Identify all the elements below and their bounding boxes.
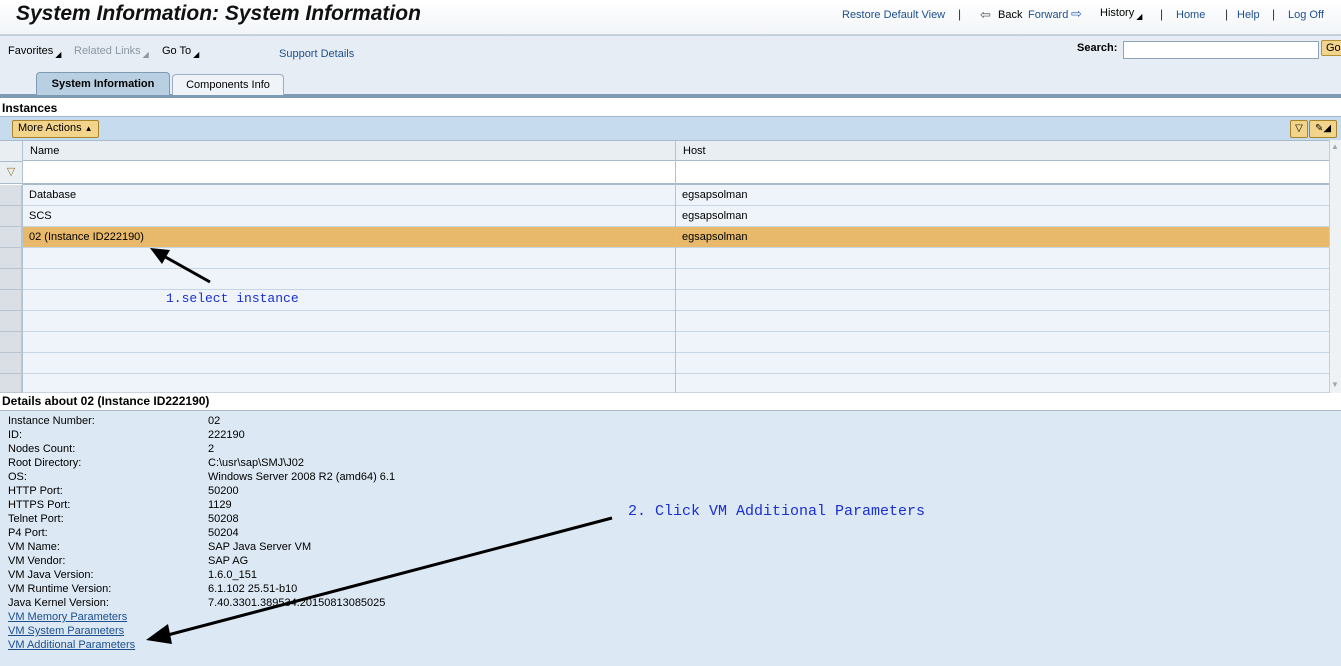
forward-arrow-icon[interactable]: ⇨ (1071, 6, 1082, 22)
detail-label: Instance Number: (8, 415, 95, 427)
detail-label: HTTP Port: (8, 485, 63, 497)
help-link[interactable]: Help (1237, 9, 1260, 21)
detail-value: 02 (208, 415, 221, 427)
table-row-name-selected[interactable]: 02 (Instance ID222190) (23, 227, 675, 248)
detail-label: VM Runtime Version: (8, 583, 112, 595)
detail-label: OS: (8, 471, 27, 483)
detail-label: VM Vendor: (8, 555, 66, 567)
table-row-host[interactable]: egsapsolman (676, 206, 1329, 227)
detail-label: VM Java Version: (8, 569, 94, 581)
annotation-step-2: 2. Click VM Additional Parameters (628, 503, 926, 520)
filter-icon[interactable]: ▽ (0, 162, 22, 184)
detail-value: C:\usr\sap\SMJ\J02 (208, 457, 304, 469)
scroll-up-icon[interactable]: ▲ (1331, 142, 1339, 151)
row-selector[interactable] (0, 227, 22, 248)
vm-additional-parameters-link[interactable]: VM Additional Parameters (8, 639, 135, 651)
detail-label: Telnet Port: (8, 513, 64, 525)
go-button[interactable]: Go (1321, 40, 1341, 56)
column-header-name[interactable]: Name (23, 141, 675, 161)
annotation-arrow-1 (150, 248, 211, 284)
back-link[interactable]: Back (998, 9, 1022, 21)
tab-components-info[interactable]: Components Info (172, 74, 284, 95)
detail-value: 222190 (208, 429, 245, 441)
detail-label: ID: (8, 429, 23, 441)
search-label: Search: (1077, 42, 1118, 54)
detail-label: VM Name: (8, 541, 60, 553)
search-input[interactable] (1123, 41, 1319, 59)
restore-default-view-link[interactable]: Restore Default View (842, 9, 945, 21)
favorites-menu[interactable]: Favorites ◢ (8, 45, 61, 59)
go-to-menu[interactable]: Go To ◢ (162, 45, 199, 59)
row-selector[interactable] (0, 311, 22, 332)
filter-host-input[interactable] (676, 162, 1329, 185)
filter-toggle-icon[interactable]: ▽ (1290, 120, 1308, 138)
detail-label: Java Kernel Version: (8, 597, 109, 609)
table-row-name[interactable]: Database (23, 185, 675, 206)
log-off-link[interactable]: Log Off (1288, 9, 1324, 21)
related-links-caret-icon: ◢ (142, 50, 149, 59)
vm-system-parameters-link[interactable]: VM System Parameters (8, 625, 124, 637)
row-selector[interactable] (0, 206, 22, 227)
separator: | (958, 7, 962, 21)
table-row-empty (23, 332, 1329, 353)
row-selector[interactable] (0, 248, 22, 269)
table-row-host[interactable]: egsapsolman (676, 185, 1329, 206)
detail-label: Root Directory: (8, 457, 82, 469)
details-title: Details about 02 (Instance ID222190) (2, 394, 210, 408)
detail-value: 50200 (208, 485, 239, 497)
support-details-link[interactable]: Support Details (279, 48, 354, 60)
favorites-caret-icon: ◢ (55, 50, 62, 59)
row-selector[interactable] (0, 290, 22, 311)
detail-label: HTTPS Port: (8, 499, 71, 511)
row-selector[interactable] (0, 185, 22, 206)
detail-label: P4 Port: (8, 527, 48, 539)
row-selector[interactable] (0, 269, 22, 290)
row-selector[interactable] (0, 332, 22, 353)
detail-value: 2 (208, 443, 215, 455)
forward-link[interactable]: Forward (1028, 9, 1068, 21)
page-title: System Information: System Information (16, 2, 421, 25)
annotation-arrow-2 (146, 516, 613, 644)
table-row-host-selected[interactable]: egsapsolman (676, 227, 1329, 248)
table-row-empty (23, 311, 1329, 332)
history-menu[interactable]: History ◢ (1100, 7, 1142, 21)
detail-label: Nodes Count: (8, 443, 76, 455)
table-row-empty (23, 374, 1329, 393)
table-row-name[interactable]: SCS (23, 206, 675, 227)
go-to-caret-icon: ◢ (193, 50, 200, 59)
vertical-scrollbar[interactable] (1329, 140, 1341, 393)
select-all-cell[interactable] (0, 141, 22, 162)
home-link[interactable]: Home (1176, 9, 1205, 21)
back-arrow-icon[interactable]: ⇦ (980, 7, 991, 23)
more-actions-caret-icon: ▲ (84, 124, 93, 133)
related-links-menu[interactable]: Related Links ◢ (74, 45, 149, 59)
table-toolbar (0, 116, 1341, 141)
history-caret-icon: ◢ (1136, 12, 1143, 21)
more-actions-button[interactable]: More Actions ▲ (12, 120, 99, 138)
filter-name-input[interactable] (23, 162, 675, 185)
settings-icon[interactable]: ✎◢ (1309, 120, 1337, 138)
detail-value: Windows Server 2008 R2 (amd64) 6.1 (208, 471, 396, 483)
separator: | (1160, 7, 1164, 21)
separator: | (1272, 7, 1276, 21)
tab-system-information[interactable]: System Information (36, 72, 170, 95)
table-row-empty (23, 353, 1329, 374)
detail-value: 1129 (208, 499, 232, 511)
column-divider (675, 141, 676, 393)
scroll-down-icon[interactable]: ▼ (1331, 380, 1339, 389)
annotation-step-1: 1.select instance (166, 291, 299, 306)
instances-title: Instances (2, 101, 58, 115)
row-selector[interactable] (0, 374, 22, 393)
vm-memory-parameters-link[interactable]: VM Memory Parameters (8, 611, 127, 623)
column-divider (22, 141, 23, 393)
separator: | (1225, 7, 1229, 21)
row-selector[interactable] (0, 353, 22, 374)
column-header-host[interactable]: Host (676, 141, 1329, 161)
